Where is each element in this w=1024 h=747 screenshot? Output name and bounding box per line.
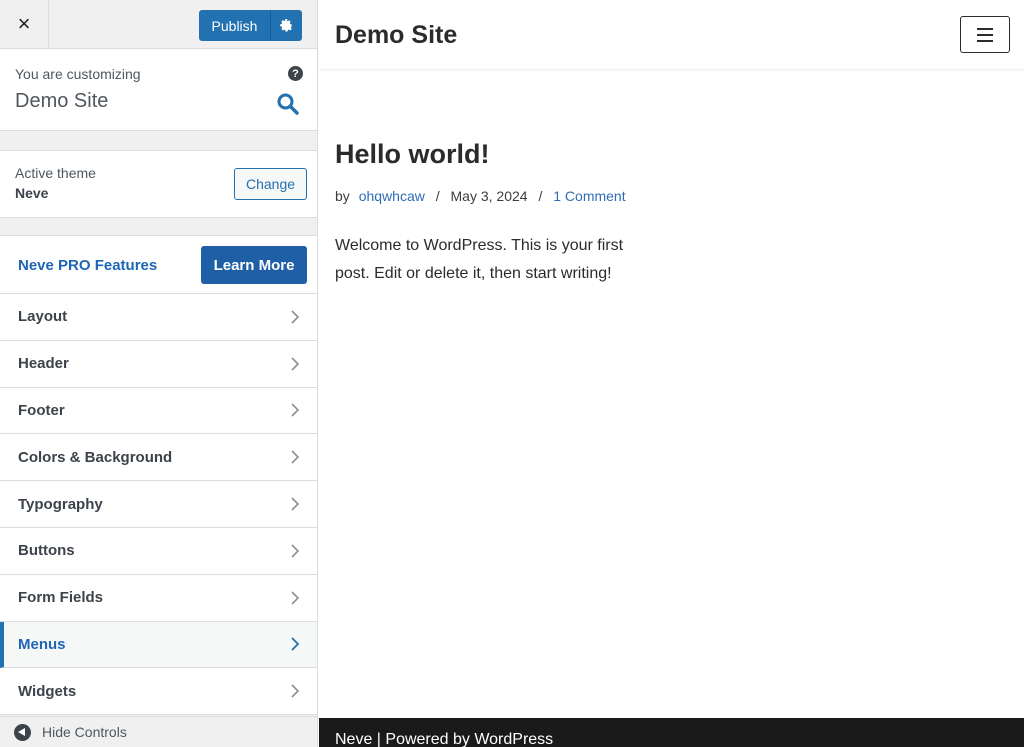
meta-by-label: by (335, 188, 350, 204)
active-theme-label: Active theme (15, 165, 96, 181)
post-date: May 3, 2024 (450, 188, 528, 204)
search-icon[interactable] (276, 92, 300, 116)
site-preview: Demo Site Hello world! by ohqwhcaw / May… (319, 0, 1024, 747)
author-link[interactable]: ohqwhcaw (359, 188, 425, 204)
section-item-buttons[interactable]: Buttons (0, 527, 317, 575)
chevron-right-icon (291, 637, 300, 652)
chevron-right-icon (291, 497, 300, 511)
meta-separator: / (538, 188, 543, 204)
collapse-arrow-icon (14, 723, 31, 741)
sidebar-site-title: Demo Site (15, 90, 109, 112)
section-item-typography[interactable]: Typography (0, 481, 317, 528)
customizing-label: You are customizing (15, 66, 141, 82)
close-customizer-button[interactable]: × (0, 0, 49, 48)
section-item-colors-background[interactable]: Colors & Background (0, 434, 317, 482)
post-title[interactable]: Hello world! (335, 139, 490, 170)
site-title-link[interactable]: Demo Site (335, 21, 457, 50)
section-item-header[interactable]: Header (0, 340, 317, 388)
hamburger-line (977, 27, 993, 30)
active-theme-panel: Active theme Neve Change (0, 150, 317, 218)
section-label: Menus (18, 635, 66, 653)
section-item-widgets[interactable]: Widgets (0, 668, 317, 716)
section-label: Header (18, 355, 69, 373)
gear-icon (279, 19, 293, 32)
customizer-sections-list: Layout Header Footer Colors & Background… (0, 294, 317, 716)
section-label: Footer (18, 401, 65, 419)
section-label: Buttons (18, 542, 75, 560)
customizer-topbar: × Publish (0, 0, 317, 49)
close-icon: × (17, 11, 31, 36)
change-theme-button[interactable]: Change (234, 168, 307, 200)
publish-button[interactable]: Publish (199, 10, 270, 41)
section-label: Typography (18, 495, 103, 513)
chevron-right-icon (291, 450, 300, 464)
hamburger-line (977, 39, 993, 42)
post-meta: by ohqwhcaw / May 3, 2024 / 1 Comment (335, 188, 626, 204)
chevron-right-icon (291, 357, 300, 371)
chevron-right-icon (291, 544, 300, 558)
section-label: Form Fields (18, 589, 104, 607)
publish-group: Publish (199, 10, 302, 41)
chevron-right-icon (291, 684, 300, 698)
meta-separator: / (435, 188, 440, 204)
chevron-right-icon (291, 591, 300, 605)
section-label: Colors & Background (18, 448, 173, 466)
hide-controls-button[interactable]: Hide Controls (0, 716, 317, 747)
section-item-footer[interactable]: Footer (0, 387, 317, 435)
site-header: Demo Site (319, 0, 1024, 70)
section-item-layout[interactable]: Layout (0, 294, 317, 341)
theme-name: Neve (15, 185, 49, 201)
site-footer: Neve | Powered by WordPress (319, 718, 1024, 747)
help-icon[interactable]: ? (288, 66, 303, 81)
section-label: Layout (18, 308, 68, 326)
site-info-panel: You are customizing Demo Site ? (0, 49, 317, 131)
pro-features-panel: Neve PRO Features Learn More (0, 235, 317, 294)
hide-controls-label: Hide Controls (42, 724, 127, 740)
chevron-right-icon (291, 310, 300, 324)
section-item-menus[interactable]: Menus (0, 621, 317, 669)
comments-link[interactable]: 1 Comment (553, 188, 625, 204)
footer-credits: Neve | Powered by WordPress (335, 731, 554, 747)
customizer-sidebar: × Publish You are customizing Demo Site … (0, 0, 318, 747)
hamburger-menu-button[interactable] (960, 16, 1010, 53)
section-label: Widgets (18, 682, 77, 700)
chevron-right-icon (291, 403, 300, 418)
pro-features-label: Neve PRO Features (18, 257, 158, 274)
learn-more-button[interactable]: Learn More (201, 246, 307, 284)
post-excerpt: Welcome to WordPress. This is your first… (335, 237, 624, 282)
hamburger-line (977, 33, 993, 36)
publish-settings-button[interactable] (270, 10, 302, 41)
section-item-form-fields[interactable]: Form Fields (0, 574, 317, 622)
